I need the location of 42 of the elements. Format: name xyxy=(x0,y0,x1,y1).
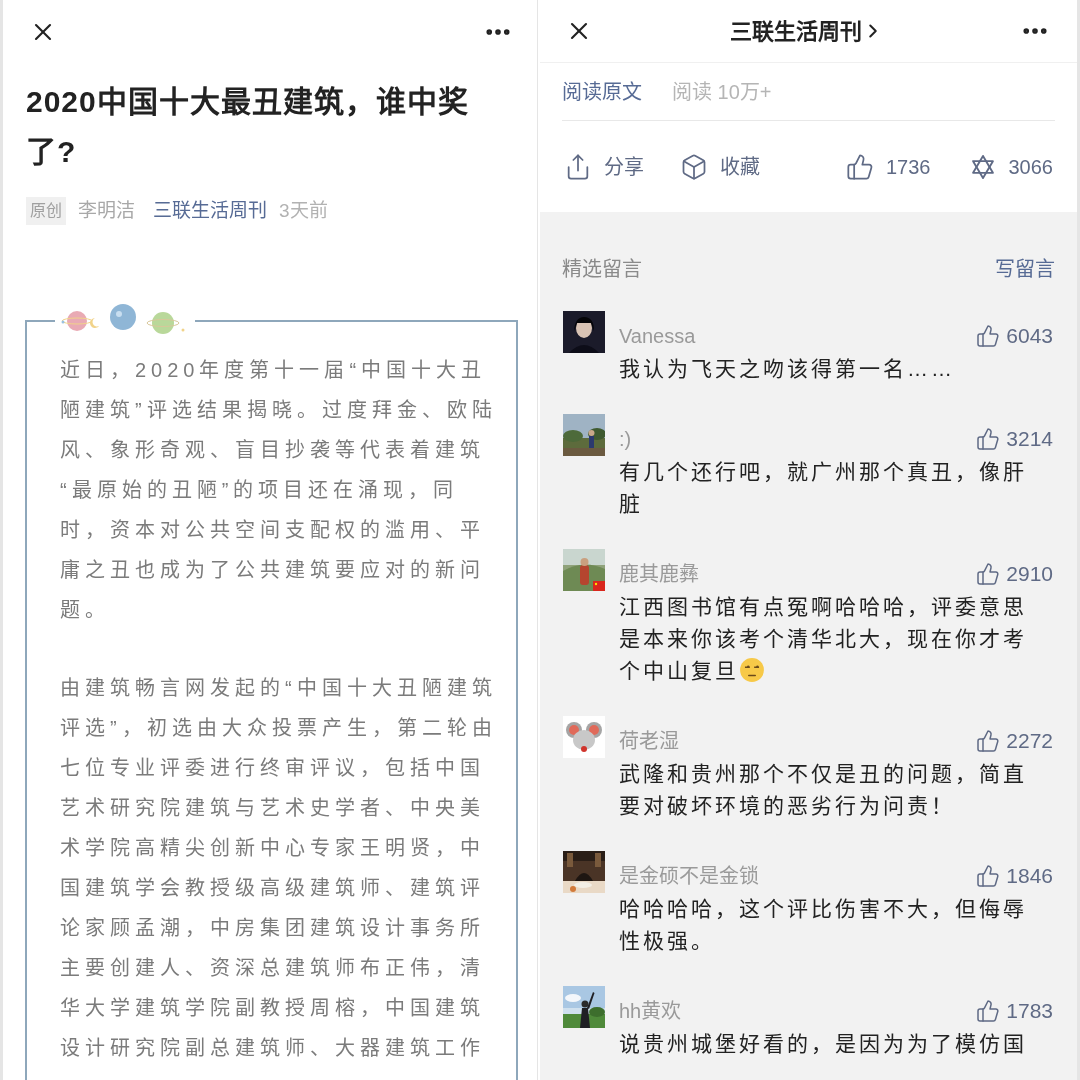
read-count: 阅读 10万+ xyxy=(672,79,772,105)
account-link[interactable]: 三联生活周刊 xyxy=(153,197,267,226)
comment-like-button[interactable]: 1783 xyxy=(976,995,1053,1027)
share-button[interactable]: 分享 xyxy=(564,151,644,182)
thumbs-up-icon xyxy=(846,152,874,181)
thumbs-up-icon xyxy=(976,427,1001,451)
thumbs-up-icon xyxy=(976,999,1001,1023)
comment-like-button[interactable]: 2272 xyxy=(976,725,1053,757)
favorite-button[interactable]: 收藏 xyxy=(680,151,760,182)
thumbs-up-icon xyxy=(976,729,1001,753)
thumbs-up-icon xyxy=(976,864,1001,888)
original-badge: 原创 xyxy=(26,197,66,226)
comment-like-button[interactable]: 2910 xyxy=(976,558,1053,590)
account-title[interactable]: 三联生活周刊 xyxy=(729,14,862,48)
comment-text: 有几个还行吧，就广州那个真丑，像肝脏 xyxy=(619,459,1028,517)
write-comment-link[interactable]: 写留言 xyxy=(995,254,1055,284)
cube-icon xyxy=(680,152,708,181)
comment-text: 武隆和贵州那个不仅是丑的问题，简直要对破坏环境的恶劣行为问责！ xyxy=(619,761,1028,819)
comment-like-button[interactable]: 6043 xyxy=(976,320,1053,352)
commenter-name: :) xyxy=(619,427,632,452)
comment-like-button[interactable]: 1846 xyxy=(976,860,1053,892)
comments-heading: 精选留言 xyxy=(562,257,642,282)
article-title: 2020中国十大最丑建筑，谁中奖了? xyxy=(26,84,470,170)
comment-text: 江西图书馆有点冤啊哈哈哈，评委意思是本来你该考个清华北大，现在你才考个中山复旦 xyxy=(619,594,1028,685)
comment-text: 说贵州城堡好看的，是因为为了模仿国 xyxy=(619,1031,1028,1057)
commenter-name: Vanessa xyxy=(619,324,696,349)
comment-text: 我认为飞天之吻该得第一名…… xyxy=(619,356,956,382)
article-paragraph: 近日，2020年度第十一届“中国十大丑陋建筑”评选结果揭晓。过度拜金、欧陆风、象形奇观、盲目抄袭等代表着建筑“最原始的丑陋”的项目还在涌现，同时，资本对公共空间支配权的滥用、平庸之丑也成为了公共建筑要应对的新问题。 xyxy=(60,357,498,623)
like-button[interactable]: 1736 xyxy=(846,151,931,182)
read-original-link[interactable]: 阅读原文 xyxy=(562,76,642,107)
commenter-name: 荷老湿 xyxy=(619,729,679,754)
commenter-name: 鹿其鹿彝 xyxy=(619,562,699,587)
publish-time: 3天前 xyxy=(279,199,328,223)
thumbs-up-icon xyxy=(976,562,1001,586)
wow-button[interactable]: 3066 xyxy=(968,151,1053,182)
commenter-name: hh黄欢 xyxy=(619,999,682,1024)
comment-like-button[interactable]: 3214 xyxy=(976,423,1053,455)
comment-text: 哈哈哈哈，这个评比伤害不大，但侮辱性极强。 xyxy=(619,896,1028,954)
article-paragraph: 由建筑畅言网发起的“中国十大丑陋建筑评选”，初选由大众投票产生，第二轮由七位专业评委进行终审评议，包括中国艺术研究院建筑与艺术史学者、中央美术学院高精尖创新中心专家王明贤，中国建筑学会教授级高级建筑师、建筑评论家顾孟潮，中房集团建筑设计事务所主要创建人、资深总建筑师布正伟，清华大学建筑学院副教授周榕，中国建筑设计研究院副总建筑师、大器建筑工作 xyxy=(60,675,498,1061)
thumbs-up-icon xyxy=(976,324,1001,348)
commenter-name: 是金硕不是金锁 xyxy=(619,864,759,889)
author-name: 李明洁 xyxy=(78,199,135,223)
